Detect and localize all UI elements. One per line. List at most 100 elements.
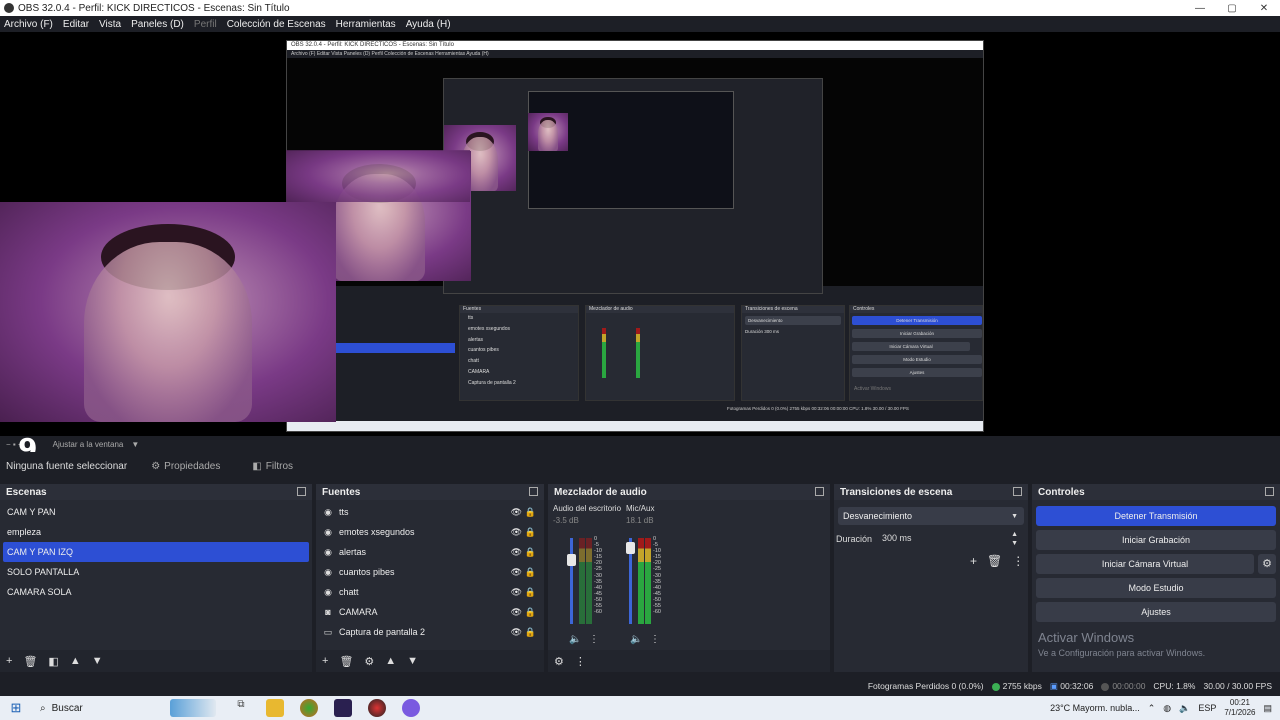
source-item[interactable]: ◉ emotes xsegundos 👁 🔒 bbox=[316, 522, 544, 542]
properties-button[interactable]: ⚙ Propiedades bbox=[143, 456, 228, 477]
clock[interactable]: 00:21 7/1/2026 bbox=[1224, 698, 1255, 718]
eye-icon[interactable]: 👁 bbox=[511, 627, 522, 638]
duration-input[interactable]: 300 ms ▲ ▼ bbox=[878, 530, 1024, 548]
menu-tools[interactable]: Herramientas bbox=[336, 19, 396, 30]
source-item[interactable]: ◙ CAMARA 👁 🔒 bbox=[316, 602, 544, 622]
close-button[interactable]: ✕ bbox=[1248, 3, 1280, 14]
settings-button[interactable]: Ajustes bbox=[1036, 602, 1276, 622]
gear-icon[interactable]: ⚙ bbox=[1258, 554, 1276, 574]
speaker-icon[interactable]: 🔈 bbox=[630, 634, 642, 645]
scale-tick: -40 bbox=[594, 584, 602, 591]
notification-icon[interactable]: ▤ bbox=[1263, 703, 1272, 714]
scene-item[interactable]: CAM Y PAN bbox=[0, 502, 312, 522]
menu-profile[interactable]: Perfil bbox=[194, 19, 217, 30]
trash-icon[interactable]: 🗑 bbox=[23, 655, 37, 668]
studio-mode-button[interactable]: Modo Estudio bbox=[1036, 578, 1276, 598]
source-item[interactable]: ▭ Captura de pantalla 2 👁 🔒 bbox=[316, 622, 544, 642]
eye-icon[interactable]: 👁 bbox=[511, 507, 522, 518]
source-item[interactable]: ◉ tts 👁 🔒 bbox=[316, 502, 544, 522]
gear-icon[interactable]: ⚙ bbox=[364, 655, 374, 668]
filters-button[interactable]: ◧ Filtros bbox=[244, 456, 301, 477]
preview-canvas[interactable]: OBS 32.0.4 - Perfil: KICK DIRECTICOS - E… bbox=[0, 32, 1280, 436]
lock-icon[interactable]: 🔒 bbox=[525, 567, 536, 578]
lock-icon[interactable]: 🔒 bbox=[525, 587, 536, 598]
advanced-audio-icon[interactable]: ⚙ bbox=[554, 655, 564, 668]
maximize-button[interactable]: ▢ bbox=[1216, 3, 1248, 14]
eye-icon[interactable]: 👁 bbox=[511, 567, 522, 578]
chevron-down-icon[interactable]: ▼ bbox=[131, 440, 139, 449]
discord-icon[interactable] bbox=[402, 699, 420, 717]
scene-item[interactable]: SOLO PANTALLA bbox=[0, 562, 312, 582]
language-indicator[interactable]: ESP bbox=[1198, 703, 1216, 713]
zoom-mode-select[interactable]: Ajustar a la ventana bbox=[53, 440, 124, 449]
nested-meter bbox=[636, 328, 640, 378]
undock-icon[interactable] bbox=[297, 487, 306, 496]
undock-icon[interactable] bbox=[529, 487, 538, 496]
weather[interactable]: 23°C Mayorm. nubla... bbox=[1050, 703, 1140, 713]
lock-icon[interactable]: 🔒 bbox=[525, 607, 536, 618]
menu-scene-collection[interactable]: Colección de Escenas bbox=[227, 19, 326, 30]
stream-time-value: 00:32:06 bbox=[1060, 680, 1094, 691]
spinner-icon[interactable]: ▲ ▼ bbox=[1011, 530, 1018, 548]
volume-slider[interactable] bbox=[567, 538, 576, 624]
source-item[interactable]: ◉ alertas 👁 🔒 bbox=[316, 542, 544, 562]
trash-icon[interactable]: 🗑 bbox=[987, 554, 1002, 568]
trash-icon[interactable]: 🗑 bbox=[339, 655, 353, 668]
add-scene-icon[interactable]: + bbox=[6, 655, 12, 667]
add-source-icon[interactable]: + bbox=[322, 655, 328, 667]
more-icon[interactable]: ⋮ bbox=[575, 655, 586, 668]
volume-knob[interactable] bbox=[567, 554, 576, 566]
chevron-up-icon[interactable]: ⌃ bbox=[1148, 703, 1156, 714]
undock-icon[interactable] bbox=[815, 487, 824, 496]
volume-knob[interactable] bbox=[626, 542, 635, 554]
more-icon[interactable]: ⋮ bbox=[650, 634, 660, 645]
stop-streaming-button[interactable]: Detener Transmisión bbox=[1036, 506, 1276, 526]
lock-icon[interactable]: 🔒 bbox=[525, 627, 536, 638]
speaker-icon[interactable]: 🔈 bbox=[569, 634, 581, 645]
app-icon[interactable] bbox=[334, 699, 352, 717]
volume-slider[interactable] bbox=[626, 538, 635, 624]
eye-icon[interactable]: 👁 bbox=[511, 587, 522, 598]
undock-icon[interactable] bbox=[1265, 487, 1274, 496]
menu-help[interactable]: Ayuda (H) bbox=[406, 19, 451, 30]
minimize-button[interactable]: — bbox=[1184, 3, 1216, 14]
move-up-icon[interactable]: ▲ bbox=[70, 655, 81, 667]
file-explorer-icon[interactable] bbox=[266, 699, 284, 717]
more-icon[interactable]: ⋮ bbox=[589, 634, 599, 645]
scene-item[interactable]: CAMARA SOLA bbox=[0, 582, 312, 602]
menu-file[interactable]: Archivo (F) bbox=[4, 19, 53, 30]
more-icon[interactable]: ⋮ bbox=[1012, 554, 1024, 568]
lock-icon[interactable]: 🔒 bbox=[525, 547, 536, 558]
news-widget-icon[interactable] bbox=[170, 699, 216, 717]
nested-taskbar bbox=[287, 421, 983, 431]
move-down-icon[interactable]: ▼ bbox=[92, 655, 103, 667]
obs-app-icon[interactable] bbox=[368, 699, 386, 717]
lock-icon[interactable]: 🔒 bbox=[525, 507, 536, 518]
move-up-icon[interactable]: ▲ bbox=[385, 655, 396, 667]
browser-app-icon[interactable] bbox=[300, 699, 318, 717]
menu-edit[interactable]: Editar bbox=[63, 19, 89, 30]
taskbar-search[interactable]: ⌕ Buscar bbox=[32, 703, 162, 714]
move-down-icon[interactable]: ▼ bbox=[407, 655, 418, 667]
wifi-icon[interactable]: ◍ bbox=[1163, 703, 1171, 714]
source-item[interactable]: ◉ chatt 👁 🔒 bbox=[316, 582, 544, 602]
eye-icon[interactable]: 👁 bbox=[511, 607, 522, 618]
undock-icon[interactable] bbox=[1013, 487, 1022, 496]
filter-icon[interactable]: ◧ bbox=[48, 655, 58, 668]
source-item[interactable]: ◉ cuantos pibes 👁 🔒 bbox=[316, 562, 544, 582]
speaker-icon[interactable]: 🔈 bbox=[1179, 703, 1190, 714]
eye-icon[interactable]: 👁 bbox=[511, 527, 522, 538]
transition-select[interactable]: Desvanecimiento ▼ bbox=[838, 507, 1024, 525]
scene-item[interactable]: empleza bbox=[0, 522, 312, 542]
windows-start-icon[interactable]: ⊞ bbox=[0, 700, 32, 716]
start-recording-button[interactable]: Iniciar Grabación bbox=[1036, 530, 1276, 550]
lock-icon[interactable]: 🔒 bbox=[525, 527, 536, 538]
start-virtual-camera-button[interactable]: Iniciar Cámara Virtual bbox=[1036, 554, 1254, 574]
scene-item-selected[interactable]: CAM Y PAN IZQ bbox=[3, 542, 309, 562]
task-view-icon[interactable]: ⧉ bbox=[232, 699, 250, 717]
add-transition-icon[interactable]: + bbox=[970, 554, 977, 568]
source-toolbar: Ninguna fuente seleccionar ⚙ Propiedades … bbox=[0, 452, 1280, 480]
eye-icon[interactable]: 👁 bbox=[511, 547, 522, 558]
menu-view[interactable]: Vista bbox=[99, 19, 121, 30]
menu-docks[interactable]: Paneles (D) bbox=[131, 19, 184, 30]
